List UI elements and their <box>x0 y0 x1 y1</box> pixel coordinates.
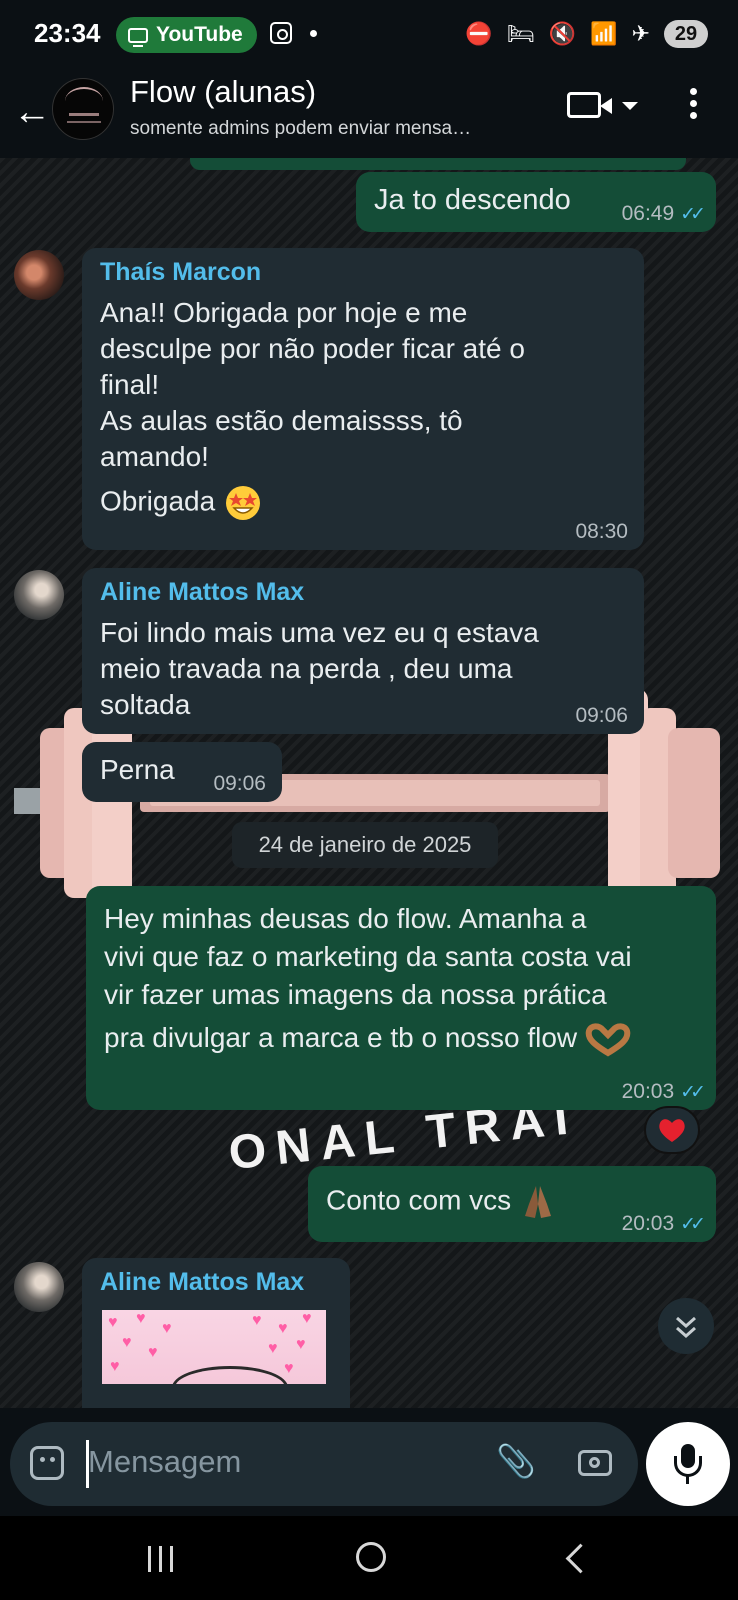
message-line: As aulas estão demaissss, tô <box>100 405 463 436</box>
previous-message-bubble <box>190 158 686 170</box>
message-time: 09:06 <box>213 772 266 795</box>
sticker-icon[interactable] <box>30 1446 64 1480</box>
status-bar: 23:34 YouTube ⛔ 🛏 🔇 📶 ✈ 29 <box>0 0 738 70</box>
chat-header: ← Flow (alunas) somente admins podem env… <box>0 70 738 158</box>
chat-title[interactable]: Flow (alunas) <box>130 74 316 110</box>
group-avatar[interactable] <box>52 78 114 140</box>
system-navigation-bar <box>0 1516 738 1600</box>
outgoing-message[interactable]: Conto com vcs 20:03 ✓✓ <box>308 1166 716 1242</box>
tv-icon <box>128 27 148 47</box>
youtube-pill[interactable]: YouTube <box>116 17 257 53</box>
message-time: 20:03 <box>621 1080 675 1103</box>
message-line: amando! <box>100 441 209 472</box>
outgoing-message[interactable]: Hey minhas deusas do flow. Amanha a vivi… <box>86 886 716 1110</box>
recents-icon[interactable] <box>148 1546 178 1574</box>
message-input[interactable]: Mensagem <box>88 1444 241 1480</box>
read-ticks-icon: ✓✓ <box>680 204 706 225</box>
message-text: Conto com vcs <box>326 1184 512 1216</box>
chat-area[interactable]: ONAL TRAI Ja to descendo 06:49 ✓✓ Thaís M… <box>0 158 738 1408</box>
video-call-icon[interactable] <box>567 92 612 118</box>
avatar[interactable] <box>14 1262 64 1312</box>
airplane-icon: ✈ <box>631 21 650 46</box>
attachment-icon[interactable]: 📎 <box>496 1442 536 1480</box>
double-chevron-down-icon <box>676 1316 696 1339</box>
battery-indicator: 29 <box>664 20 708 48</box>
notification-dot-icon <box>310 30 317 37</box>
avatar[interactable] <box>14 250 64 300</box>
status-time: 23:34 <box>34 18 101 48</box>
message-line: Obrigada <box>100 485 216 517</box>
message-time: 20:03 <box>621 1212 675 1235</box>
read-ticks-icon: ✓✓ <box>680 1214 706 1235</box>
incoming-message[interactable]: Aline Mattos Max Foi lindo mais uma vez … <box>82 568 644 734</box>
folded-hands-emoji-icon <box>524 1186 551 1218</box>
heart-hands-emoji-icon <box>585 1022 631 1057</box>
message-line: desculpe por não poder ficar até o <box>100 333 525 364</box>
camera-icon[interactable] <box>578 1450 612 1476</box>
message-line: soltada <box>100 689 191 720</box>
image-preview[interactable]: ♥ ♥ ♥ ♥ ♥ ♥ ♥ ♥ ♥ ♥ ♥ ♥ <box>102 1310 326 1384</box>
incoming-message[interactable]: Thaís Marcon Ana!! Obrigada por hoje e m… <box>82 248 644 550</box>
outgoing-message[interactable]: Ja to descendo 06:49 ✓✓ <box>356 172 716 232</box>
message-line: meio travada na perda , deu uma <box>100 653 513 684</box>
message-line: Foi lindo mais uma vez eu q estava <box>100 617 539 648</box>
sender-name[interactable]: Aline Mattos Max <box>100 578 626 607</box>
message-line: vivi que faz o marketing da santa costa … <box>104 941 632 972</box>
message-composer[interactable]: Mensagem 📎 <box>10 1422 638 1506</box>
message-line: final! <box>100 369 160 400</box>
message-time: 06:49 <box>621 202 675 225</box>
home-icon[interactable] <box>356 1542 386 1572</box>
reaction-badge[interactable] <box>644 1106 700 1154</box>
message-time: 08:30 <box>575 520 628 543</box>
avatar[interactable] <box>14 570 64 620</box>
chat-subtitle[interactable]: somente admins podem enviar mensa… <box>130 118 471 140</box>
sender-name[interactable]: Aline Mattos Max <box>100 1268 332 1297</box>
incoming-message[interactable]: Perna 09:06 <box>82 742 282 802</box>
back-icon[interactable] <box>565 1543 596 1574</box>
date-divider: 24 de janeiro de 2025 <box>232 822 498 868</box>
message-line: pra divulgar a marca e tb o nosso flow <box>104 1022 578 1053</box>
wifi-icon: 📶 <box>590 21 618 46</box>
youtube-pill-label: YouTube <box>156 23 243 46</box>
message-time: 09:06 <box>575 704 628 727</box>
more-options-icon[interactable] <box>690 88 698 124</box>
sender-name[interactable]: Thaís Marcon <box>100 258 626 287</box>
chevron-down-icon[interactable] <box>622 102 638 110</box>
scroll-to-bottom-button[interactable] <box>658 1298 714 1354</box>
voice-message-button[interactable] <box>646 1422 730 1506</box>
star-struck-emoji-icon <box>225 486 260 520</box>
message-line: Hey minhas deusas do flow. Amanha a <box>104 903 587 934</box>
do-not-disturb-icon: ⛔ <box>465 21 493 46</box>
read-ticks-icon: ✓✓ <box>680 1082 706 1103</box>
red-heart-icon <box>659 1119 685 1142</box>
back-arrow-icon[interactable]: ← <box>10 90 54 134</box>
message-line: vir fazer umas imagens da nossa prática <box>104 979 607 1010</box>
bed-icon: 🛏 <box>506 21 535 46</box>
screenshot-icon <box>270 22 292 44</box>
mute-icon: 🔇 <box>548 21 577 46</box>
message-line: Ana!! Obrigada por hoje e me <box>100 297 468 328</box>
